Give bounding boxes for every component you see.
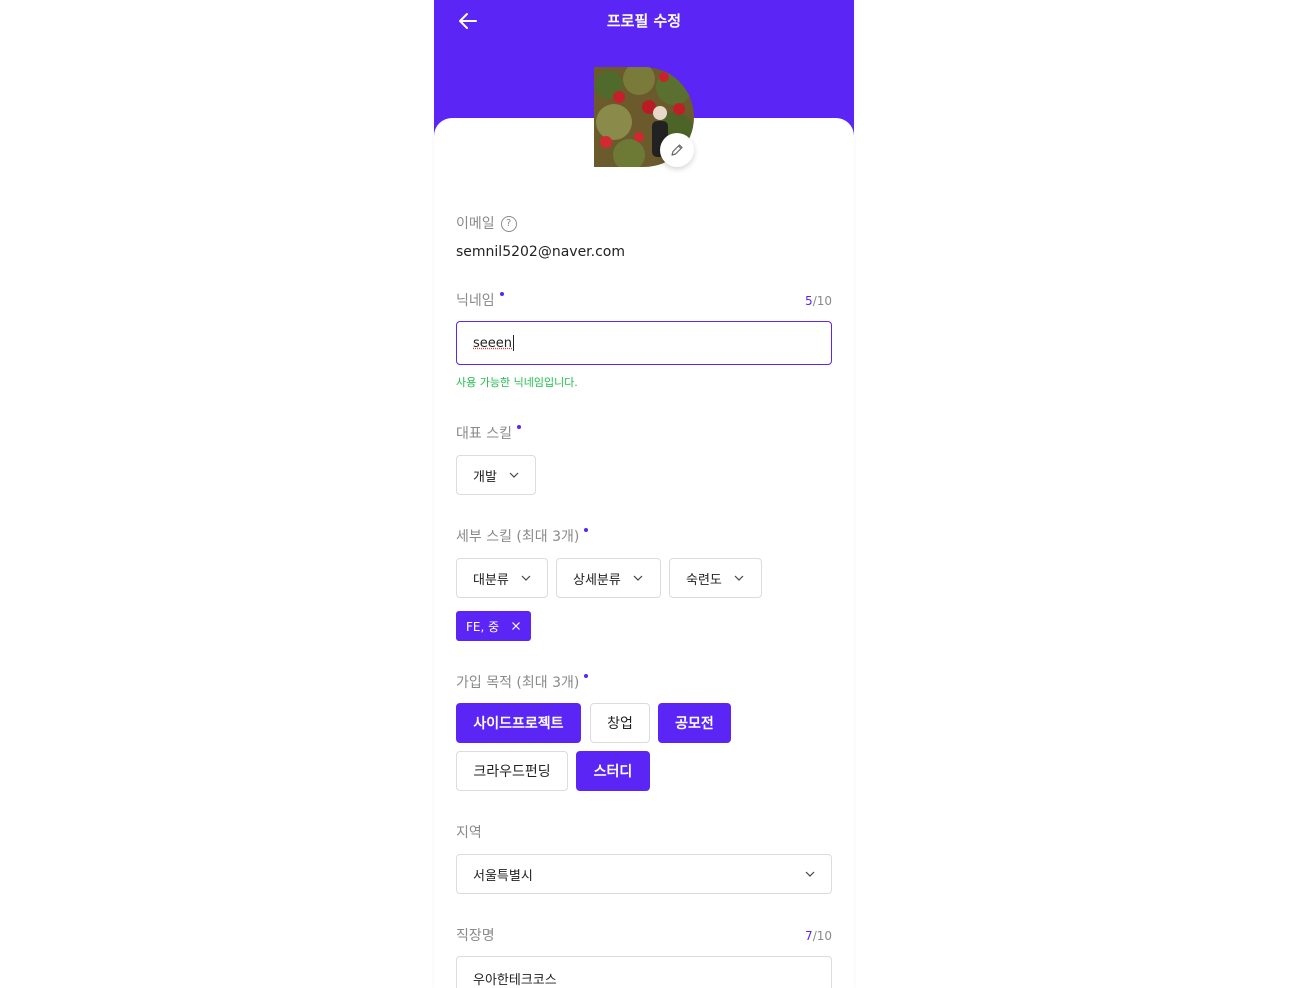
company-input[interactable]: 우아한테크코스 [456, 956, 832, 988]
region-label-text: 지역 [456, 825, 482, 841]
chevron-down-icon [633, 575, 643, 581]
chevron-down-icon [805, 871, 815, 877]
skill-tag[interactable]: FE, 중 [456, 611, 532, 641]
edit-avatar-button[interactable] [660, 133, 694, 167]
page-title: 프로필 수정 [606, 12, 682, 30]
required-dot [584, 674, 589, 678]
subcategory-placeholder: 상세분류 [573, 572, 621, 588]
nickname-success-message: 사용 가능한 닉네임입니다. [456, 376, 578, 389]
purpose-chip-contest[interactable]: 공모전 [658, 703, 731, 743]
company-counter: 7/10 [805, 927, 832, 945]
category-placeholder: 대분류 [473, 572, 509, 588]
region-label: 지역 [456, 823, 482, 843]
nickname-count-max: /10 [812, 294, 832, 308]
detail-skill-label: 세부 스킬 (최대 3개) [456, 527, 589, 547]
purpose-chip-startup[interactable]: 창업 [590, 703, 650, 743]
pencil-icon [671, 144, 683, 156]
required-dot [584, 528, 589, 532]
nickname-label: 닉네임 [456, 291, 504, 311]
question-circle-icon[interactable]: ? [500, 216, 517, 232]
email-label: 이메일 ? [456, 214, 517, 234]
company-label-text: 직장명 [456, 928, 495, 944]
subcategory-select[interactable]: 상세분류 [556, 558, 661, 598]
level-placeholder: 숙련도 [686, 572, 722, 588]
level-select[interactable]: 숙련도 [669, 558, 762, 598]
nickname-counter: 5/10 [805, 292, 832, 310]
profile-edit-panel: 프로필 수정 이메일 ? semnil5202@naver.com 닉네임 5/… [434, 0, 854, 988]
category-select[interactable]: 대분류 [456, 558, 548, 598]
nickname-input-value: seeen [473, 335, 513, 351]
nickname-count-current: 5 [805, 294, 813, 308]
main-skill-label: 대표 스킬 [456, 424, 521, 444]
main-skill-label-text: 대표 스킬 [456, 426, 512, 442]
region-value: 서울특별시 [473, 868, 533, 884]
main-skill-select[interactable]: 개발 [456, 455, 536, 495]
skill-tag-label: FE, 중 [466, 619, 500, 634]
main-skill-value: 개발 [473, 469, 497, 485]
purpose-chip-crowdfunding[interactable]: 크라우드펀딩 [456, 751, 568, 791]
purpose-chip-study[interactable]: 스터디 [576, 751, 650, 791]
text-cursor [513, 335, 515, 351]
detail-skill-label-text: 세부 스킬 (최대 3개) [456, 529, 580, 545]
chevron-down-icon [521, 575, 531, 581]
required-dot [516, 425, 521, 429]
company-count-max: /10 [812, 929, 832, 943]
required-dot [499, 292, 504, 296]
email-value: semnil5202@naver.com [456, 244, 625, 260]
company-count-current: 7 [805, 929, 813, 943]
purpose-chip-side-project[interactable]: 사이드프로젝트 [456, 703, 581, 743]
purpose-label-text: 가입 목적 (최대 3개) [456, 675, 580, 691]
purpose-label: 가입 목적 (최대 3개) [456, 673, 589, 693]
email-label-text: 이메일 [456, 216, 495, 232]
nickname-input[interactable]: seeen [456, 321, 832, 365]
chevron-down-icon [509, 472, 519, 478]
company-input-value: 우아한테크코스 [473, 972, 557, 988]
nickname-label-text: 닉네임 [456, 293, 495, 309]
close-icon[interactable] [511, 621, 521, 631]
chevron-down-icon [734, 575, 744, 581]
company-label: 직장명 [456, 926, 495, 946]
region-select[interactable]: 서울특별시 [456, 854, 832, 894]
